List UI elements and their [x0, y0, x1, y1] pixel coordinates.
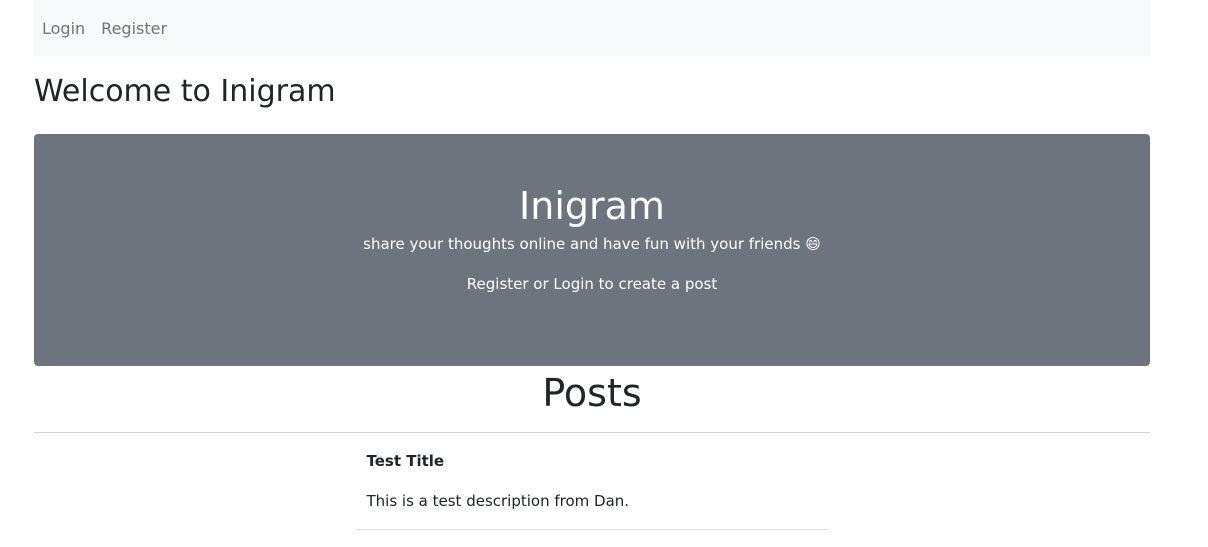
hero-cta-text: Register or Login to create a post	[466, 275, 718, 293]
post-description: This is a test description from Dan.	[366, 492, 630, 510]
main-container: Login Register Welcome to Inigram Inigra…	[34, 0, 1150, 530]
nav-register-link[interactable]: Register	[101, 19, 167, 38]
hero-title: Inigram	[519, 184, 665, 228]
navbar: Login Register	[34, 0, 1150, 56]
posts-heading: Posts	[542, 371, 642, 415]
hero-banner: Inigram share your thoughts online and h…	[34, 134, 1150, 366]
post-list: Test Title This is a test description fr…	[354, 433, 830, 530]
hero-tagline: share your thoughts online and have fun …	[363, 235, 821, 253]
post-item: Test Title This is a test description fr…	[354, 433, 830, 530]
nav-login-link[interactable]: Login	[42, 19, 85, 38]
page-title: Welcome to Inigram	[34, 74, 336, 109]
post-title: Test Title	[366, 452, 445, 470]
